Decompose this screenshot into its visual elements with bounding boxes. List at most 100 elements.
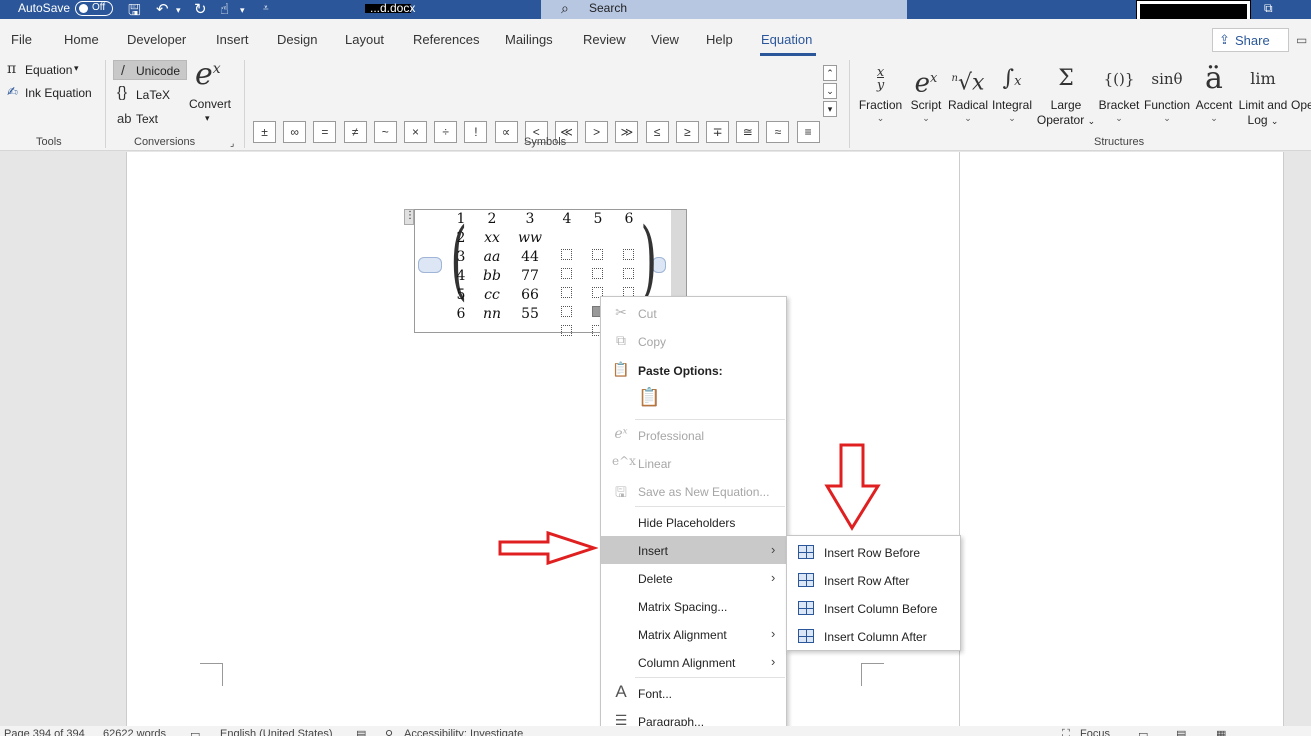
radical-button[interactable]: n√x Radical ⌄	[946, 62, 990, 123]
symbol-button[interactable]: ≡	[796, 121, 820, 143]
search-box[interactable]: ⌕ Search	[541, 0, 907, 19]
symbols-scroll-down[interactable]: ⌄	[823, 83, 837, 99]
large-operator-button[interactable]: Σ Large Operator ⌄	[1034, 62, 1098, 129]
matrix-placeholder[interactable]	[623, 268, 634, 279]
symbol-button[interactable]: =	[313, 121, 337, 143]
symbol-button[interactable]: ≤	[645, 121, 669, 143]
menu-item-font[interactable]: A Font...	[601, 679, 786, 707]
menu-item-insert[interactable]: Insert ›	[601, 536, 786, 564]
insert-row-after[interactable]: Insert Row After	[787, 566, 960, 594]
symbol-button[interactable]: ∝	[494, 121, 518, 143]
equation-dropdown-icon[interactable]: ▾	[74, 63, 79, 74]
symbols-scroll-up[interactable]: ⌃	[823, 65, 837, 81]
redo-icon[interactable]: ↻	[194, 0, 207, 18]
read-mode-icon[interactable]: ▭	[1138, 728, 1148, 736]
touch-dropdown-icon[interactable]: ▾	[240, 5, 245, 16]
symbol-button[interactable]: ≠	[343, 121, 367, 143]
bracket-button[interactable]: {()} Bracket ⌄	[1097, 62, 1141, 123]
equation-options-handle[interactable]: ⋮	[404, 209, 415, 225]
matrix-cell[interactable]: 1	[446, 211, 476, 227]
equation-button[interactable]: Equation	[25, 63, 72, 77]
symbol-button[interactable]: ~	[373, 121, 397, 143]
conversions-launcher-icon[interactable]: ⌟	[230, 138, 234, 149]
symbols-more[interactable]: ▾	[823, 101, 837, 117]
matrix-cell[interactable]: 3	[446, 249, 476, 265]
undo-dropdown-icon[interactable]: ▾	[176, 5, 181, 16]
symbol-button[interactable]: ÷	[434, 121, 458, 143]
matrix-cell[interactable]: aa	[477, 249, 507, 265]
symbol-button[interactable]: ≈	[766, 121, 790, 143]
tab-equation[interactable]: Equation	[761, 32, 812, 47]
latex-option[interactable]: LaTeX	[136, 88, 170, 102]
tab-file[interactable]: File	[11, 32, 32, 47]
matrix-cell[interactable]: xx	[477, 230, 507, 246]
matrix-cell[interactable]: 5	[446, 287, 476, 303]
macro-icon[interactable]: ▤	[356, 728, 366, 736]
ribbon-display-options-icon[interactable]: ⧉	[1264, 1, 1273, 16]
matrix-cell[interactable]: 77	[515, 268, 545, 284]
equation-left-handle[interactable]	[418, 257, 442, 273]
matrix-cell[interactable]: 3	[515, 211, 545, 227]
touch-mode-icon[interactable]: ☝	[220, 0, 229, 18]
matrix-cell[interactable]: 2	[477, 211, 507, 227]
menu-item-hide-placeholders[interactable]: Hide Placeholders	[601, 508, 786, 536]
matrix-placeholder[interactable]	[561, 268, 572, 279]
accessibility-status[interactable]: Accessibility: Investigate	[404, 728, 523, 736]
tab-design[interactable]: Design	[277, 32, 317, 47]
symbol-button[interactable]: ×	[404, 121, 427, 143]
language[interactable]: English (United States)	[220, 728, 333, 736]
matrix-cell[interactable]: ww	[515, 230, 545, 246]
menu-item-copy[interactable]: ⧉ Copy	[601, 327, 786, 355]
matrix-cell[interactable]: 4	[446, 268, 476, 284]
menu-item-matrix-alignment[interactable]: Matrix Alignment ›	[601, 620, 786, 648]
operator-button[interactable]: Ope	[1291, 62, 1311, 113]
fraction-button[interactable]: xy Fraction ⌄	[857, 62, 904, 123]
tab-insert[interactable]: Insert	[216, 32, 249, 47]
symbol-button[interactable]: ∞	[283, 121, 307, 143]
print-layout-icon[interactable]: ▤	[1176, 728, 1186, 736]
matrix-cell[interactable]: 66	[515, 287, 545, 303]
tab-review[interactable]: Review	[583, 32, 626, 47]
symbol-button[interactable]: !	[464, 121, 488, 143]
function-button[interactable]: sinθ Function ⌄	[1141, 62, 1193, 123]
insert-row-before[interactable]: Insert Row Before	[787, 538, 960, 566]
menu-item-cut[interactable]: ✂ Cut	[601, 299, 786, 327]
matrix-placeholder[interactable]	[561, 306, 572, 317]
menu-item-matrix-spacing[interactable]: Matrix Spacing...	[601, 592, 786, 620]
matrix-cell[interactable]: cc	[477, 287, 507, 303]
convert-dropdown-icon[interactable]: ▾	[205, 113, 210, 124]
matrix-cell[interactable]: nn	[477, 306, 507, 322]
symbol-button[interactable]: ≥	[675, 121, 699, 143]
accent-button[interactable]: ä Accent ⌄	[1193, 62, 1235, 124]
matrix-cell[interactable]: 55	[515, 306, 545, 322]
insert-column-before[interactable]: Insert Column Before	[787, 594, 960, 622]
matrix-cell[interactable]: 2	[446, 230, 476, 246]
comments-icon[interactable]: ▭	[1296, 33, 1307, 47]
matrix-cell[interactable]: 6	[614, 211, 644, 227]
share-button[interactable]: ⇪ Share	[1212, 28, 1289, 52]
matrix-placeholder[interactable]	[592, 268, 603, 279]
autosave-toggle[interactable]: Off	[75, 1, 113, 16]
menu-item-column-alignment[interactable]: Column Alignment ›	[601, 648, 786, 676]
focus-button[interactable]: Focus	[1080, 728, 1110, 736]
symbol-button[interactable]: ≅	[736, 121, 760, 143]
script-button[interactable]: ex Script ⌄	[905, 62, 947, 123]
paste-keep-source-icon[interactable]: 📋	[638, 387, 660, 413]
word-count[interactable]: 62622 words	[103, 728, 166, 736]
web-layout-icon[interactable]: ▦	[1216, 728, 1226, 736]
matrix-placeholder[interactable]	[623, 249, 634, 260]
menu-item-save-as-new-equation[interactable]: 🖫 Save as New Equation...	[601, 477, 786, 505]
matrix-placeholder[interactable]	[592, 249, 603, 260]
symbol-button[interactable]: ∓	[706, 121, 729, 143]
matrix-cell[interactable]: bb	[477, 268, 507, 284]
convert-button[interactable]: Convert	[189, 97, 231, 111]
matrix-cell[interactable]: 44	[515, 249, 545, 265]
menu-item-professional[interactable]: eˣ Professional	[601, 421, 786, 449]
customize-qat-icon[interactable]: ⩡	[263, 3, 269, 14]
matrix-placeholder[interactable]	[561, 249, 572, 260]
insert-column-after[interactable]: Insert Column After	[787, 622, 960, 650]
symbol-button[interactable]: ≫	[615, 121, 639, 143]
text-option[interactable]: Text	[136, 112, 158, 126]
matrix-cell[interactable]: 4	[552, 211, 582, 227]
matrix-cell[interactable]: 5	[583, 211, 613, 227]
